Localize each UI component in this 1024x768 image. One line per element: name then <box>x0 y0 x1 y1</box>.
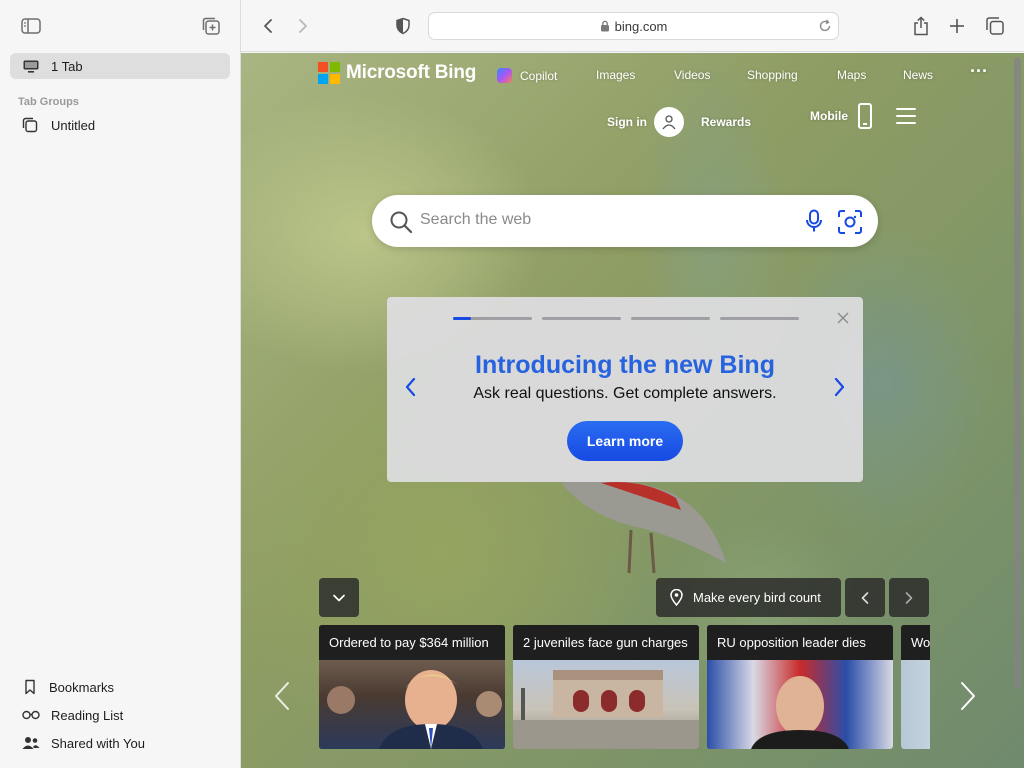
close-icon[interactable] <box>837 312 849 324</box>
collapse-feed-button[interactable] <box>319 578 359 617</box>
news-card-image <box>707 660 893 749</box>
promo-title: Introducing the new Bing <box>475 351 775 379</box>
nav-images[interactable]: Images <box>596 68 635 82</box>
search-box[interactable]: Search the web <box>372 195 878 247</box>
image-location-button[interactable]: Make every bird count <box>656 578 841 617</box>
sidebar: 1 Tab Tab Groups Untitled Bookmarks Read… <box>0 0 241 768</box>
nav-copilot[interactable]: Copilot <box>497 68 557 83</box>
bird-illustration <box>561 479 726 574</box>
logo-text: Microsoft Bing <box>346 62 477 83</box>
copilot-icon <box>497 68 512 83</box>
sidebar-item-reading-list[interactable]: Reading List <box>22 707 123 723</box>
carousel-indicators <box>453 317 799 320</box>
chevron-right-icon <box>905 591 913 604</box>
mobile-button[interactable]: Mobile <box>810 103 872 129</box>
promo-subtitle: Ask real questions. Get complete answers… <box>473 385 777 402</box>
sidebar-item-untitled-group[interactable]: Untitled <box>22 117 95 133</box>
carousel-dot[interactable] <box>453 317 532 320</box>
phone-icon <box>858 103 872 129</box>
new-tab-group-icon[interactable] <box>199 14 223 38</box>
sidebar-item-label: Shared with You <box>51 735 145 751</box>
mobile-label: Mobile <box>810 109 848 123</box>
tab-groups-heading: Tab Groups <box>18 96 79 108</box>
news-card-image <box>513 660 699 749</box>
privacy-shield-icon[interactable] <box>391 14 415 38</box>
location-pin-icon <box>670 589 683 606</box>
feed-prev-icon[interactable] <box>273 681 291 711</box>
search-input[interactable]: Search the web <box>420 211 531 229</box>
news-card-caption: 2 juveniles face gun charges <box>513 625 699 660</box>
glasses-icon <box>22 710 40 720</box>
news-card-caption: Wor <box>901 625 930 660</box>
chevron-left-icon <box>861 591 869 604</box>
carousel-dot[interactable] <box>542 317 621 320</box>
people-icon <box>22 737 40 749</box>
reload-icon[interactable] <box>818 19 832 33</box>
sidebar-toggle-icon[interactable] <box>19 14 43 38</box>
sidebar-item-label: Bookmarks <box>49 679 115 695</box>
lock-icon <box>600 20 609 32</box>
scrollbar-thumb[interactable] <box>1014 57 1021 689</box>
previous-image-button[interactable] <box>845 578 885 617</box>
url-text: bing.com <box>614 18 668 34</box>
bookmark-icon <box>25 679 35 695</box>
chevron-down-icon <box>333 594 345 601</box>
new-tab-icon[interactable] <box>945 14 969 38</box>
news-carousel: Ordered to pay $364 million 2 juveniles … <box>319 625 930 749</box>
news-card[interactable]: Ordered to pay $364 million <box>319 625 505 749</box>
share-icon[interactable] <box>909 14 933 38</box>
browser-toolbar: bing.com <box>241 0 1024 52</box>
microsoft-logo-icon <box>318 62 340 84</box>
nav-shopping[interactable]: Shopping <box>747 68 798 82</box>
back-icon[interactable] <box>256 14 280 38</box>
search-icon <box>390 211 413 234</box>
news-card-image <box>319 660 505 749</box>
learn-more-button[interactable]: Learn more <box>567 421 683 461</box>
sidebar-item-label: Reading List <box>51 707 124 723</box>
news-card-caption: Ordered to pay $364 million <box>319 625 505 660</box>
news-card[interactable]: RU opposition leader dies <box>707 625 893 749</box>
address-bar[interactable]: bing.com <box>428 12 839 40</box>
forward-icon[interactable] <box>291 14 315 38</box>
nav-videos[interactable]: Videos <box>674 68 710 82</box>
avatar <box>654 107 684 137</box>
tab-overview-icon[interactable] <box>983 14 1007 38</box>
nav-news[interactable]: News <box>903 68 933 82</box>
promo-carousel: Introducing the new Bing Ask real questi… <box>387 297 863 482</box>
sidebar-item-label: Untitled <box>51 117 96 133</box>
carousel-dot[interactable] <box>631 317 710 320</box>
feed-next-icon[interactable] <box>959 681 977 711</box>
location-text: Make every bird count <box>693 590 821 605</box>
sign-in-label: Sign in <box>607 115 647 129</box>
hamburger-menu-icon[interactable] <box>896 108 916 124</box>
bing-logo[interactable]: Microsoft Bing <box>318 62 476 84</box>
visual-search-icon[interactable] <box>837 209 863 235</box>
nav-maps[interactable]: Maps <box>837 68 866 82</box>
next-image-button[interactable] <box>889 578 929 617</box>
monitor-icon <box>23 60 39 73</box>
news-card-caption: RU opposition leader dies <box>707 625 893 660</box>
user-icon <box>662 115 676 130</box>
sidebar-item-tabs[interactable]: 1 Tab <box>10 53 230 79</box>
news-card[interactable]: Wor <box>901 625 930 749</box>
tab-group-icon <box>22 117 38 133</box>
sidebar-item-label: 1 Tab <box>51 58 83 74</box>
nav-label: Copilot <box>520 68 558 83</box>
more-menu-icon[interactable]: ··· <box>970 61 988 82</box>
sign-in-button[interactable]: Sign in <box>607 107 684 137</box>
sidebar-item-bookmarks[interactable]: Bookmarks <box>22 679 114 695</box>
news-card[interactable]: 2 juveniles face gun charges <box>513 625 699 749</box>
microphone-icon[interactable] <box>805 209 823 233</box>
sidebar-item-shared[interactable]: Shared with You <box>22 735 145 751</box>
rewards-button[interactable]: Rewards <box>701 115 751 129</box>
carousel-dot[interactable] <box>720 317 799 320</box>
web-content: Microsoft Bing Copilot Images Videos Sho… <box>241 53 1024 768</box>
news-card-image <box>901 660 930 749</box>
sidebar-header <box>0 0 240 52</box>
